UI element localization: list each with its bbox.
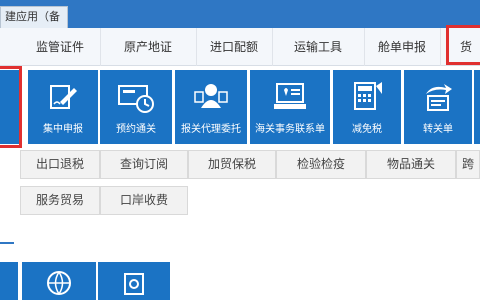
transfer-document-icon (426, 84, 452, 111)
highlight-box-right (446, 25, 480, 65)
category-label: 运输工具 (293, 40, 342, 54)
top-bar (0, 0, 480, 28)
agent-delegation-icon (194, 84, 228, 108)
service-口岸收费[interactable]: 口岸收费 (100, 186, 188, 215)
service-label: 加贸保税 (207, 157, 256, 171)
service-label: 查询订阅 (119, 157, 168, 171)
category-label: 进口配额 (209, 40, 258, 54)
safe-icon (124, 273, 144, 295)
highlight-box-left (0, 66, 22, 148)
service-label: 口岸收费 (119, 193, 168, 207)
category-label: 舱单申报 (377, 40, 426, 54)
category-tab-监管证件[interactable]: 监管证件 (20, 28, 100, 66)
computer-contact-icon (274, 83, 306, 109)
service-label: 出口退税 (35, 157, 84, 171)
service-label: 物品通关 (386, 157, 435, 171)
calculator-icon (354, 82, 382, 110)
category-label: 监管证件 (35, 40, 84, 54)
service-跨[interactable]: 跨 (456, 150, 480, 179)
document-sign-icon (50, 85, 77, 109)
tile-集中申报[interactable]: 集中申报 (28, 70, 98, 144)
category-label: 原产地证 (123, 40, 172, 54)
tile-减免税[interactable]: 减免税 (333, 70, 401, 144)
service-检验检疫[interactable]: 检验检疫 (276, 150, 366, 179)
tile-转关单[interactable]: 转关单 (404, 70, 472, 144)
category-tab-舱单申报[interactable]: 舱单申报 (364, 28, 440, 66)
service-label: 服务贸易 (35, 193, 84, 207)
service-label: 检验检疫 (296, 157, 345, 171)
service-物品通关[interactable]: 物品通关 (366, 150, 456, 179)
tile-海关事务联系单[interactable]: 海关事务联系单 (250, 70, 330, 144)
category-tab-原产地证[interactable]: 原产地证 (100, 28, 196, 66)
tile-label: 报关代理委托 (181, 124, 241, 135)
tile-label: 集中申报 (43, 124, 83, 135)
tile-bottom-safe[interactable] (98, 262, 170, 300)
tile-label: 减免税 (352, 124, 382, 135)
tile-bottom-globe[interactable] (22, 262, 96, 300)
divider (440, 28, 441, 66)
section-divider (0, 242, 14, 244)
clock-card-icon (118, 85, 154, 113)
tile-label: 转关单 (423, 124, 453, 135)
app-tab[interactable]: 建应用（备用） (0, 6, 68, 43)
tile-label: 预约通关 (116, 124, 156, 135)
category-tab-进口配额[interactable]: 进口配额 (196, 28, 272, 66)
category-tab-运输工具[interactable]: 运输工具 (272, 28, 364, 66)
tile-partial-right[interactable] (474, 70, 480, 144)
service-出口退税[interactable]: 出口退税 (20, 150, 100, 179)
service-label: 跨 (461, 157, 474, 171)
service-加贸保税[interactable]: 加贸保税 (188, 150, 276, 179)
service-服务贸易[interactable]: 服务贸易 (20, 186, 100, 215)
tile-预约通关[interactable]: 预约通关 (100, 70, 172, 144)
service-查询订阅[interactable]: 查询订阅 (100, 150, 188, 179)
tile-label: 海关事务联系单 (255, 124, 325, 135)
globe-icon (47, 271, 71, 295)
tile-报关代理委托[interactable]: 报关代理委托 (175, 70, 247, 144)
tile-bottom-partial-left[interactable] (0, 262, 18, 300)
